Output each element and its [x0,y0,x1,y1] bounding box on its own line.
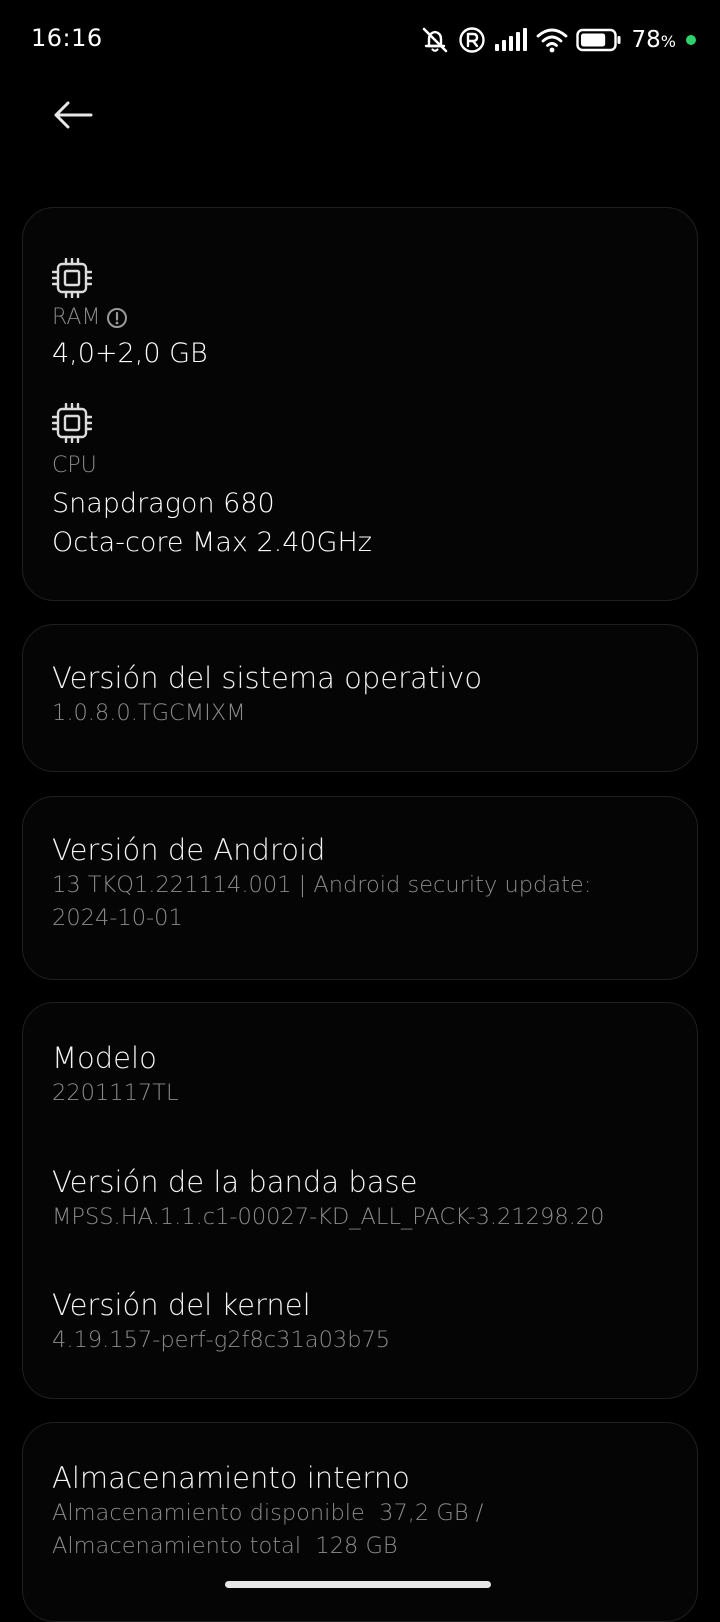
signal-icon [494,28,528,52]
battery-icon [575,28,622,52]
os-version-title: Versión del sistema operativo [52,661,483,695]
ram-value: 4,0+2,0 GB [52,338,208,369]
specs-card: RAM 4,0+2,0 GB CPU Snapdragon 680 Octa-c… [22,207,698,601]
android-security-date: 2024-10-01 [52,905,183,931]
android-version-item: Versión de Android 13 TKQ1.221114.001 | … [52,831,667,935]
ram-label: RAM [52,305,208,330]
registered-icon [458,26,486,54]
storage-title: Almacenamiento interno [52,1461,410,1495]
model-value: 2201117TL [52,1080,179,1106]
chip-icon [52,258,92,298]
storage-available: Almacenamiento disponible 37,2 GB / [52,1500,484,1526]
storage-item: Almacenamiento interno Almacenamiento di… [52,1459,667,1563]
baseband-value: MPSS.HA.1.1.c1-00027-KD_ALL_PACK-3.21298… [52,1204,605,1230]
os-version-item: Versión del sistema operativo 1.0.8.0.TG… [52,659,667,730]
cpu-model: Snapdragon 680 [52,488,275,519]
status-bar: 16:16 78% [0,0,720,80]
android-version-card[interactable]: Versión de Android 13 TKQ1.221114.001 | … [22,796,698,980]
arrow-left-icon [54,101,93,129]
model-title: Modelo [52,1041,157,1075]
android-version-title: Versión de Android [52,833,326,867]
baseband-item[interactable]: Versión de la banda base MPSS.HA.1.1.c1-… [52,1163,667,1234]
cpu-spec: CPU Snapdragon 680 Octa-core Max 2.40GHz [52,403,372,562]
status-time: 16:16 [31,24,103,52]
os-version-card[interactable]: Versión del sistema operativo 1.0.8.0.TG… [22,624,698,772]
kernel-item[interactable]: Versión del kernel 4.19.157-perf-g2f8c31… [52,1286,667,1357]
baseband-title: Versión de la banda base [52,1165,418,1199]
cpu-label: CPU [52,453,97,478]
model-item[interactable]: Modelo 2201117TL [52,1039,667,1110]
status-icons: 78% [420,22,696,58]
storage-total: Almacenamiento total 128 GB [52,1533,398,1559]
charging-indicator [686,35,696,45]
storage-card[interactable]: Almacenamiento interno Almacenamiento di… [22,1422,698,1622]
info-circle-icon[interactable] [106,307,128,329]
home-indicator[interactable] [225,1581,491,1588]
android-version-value: 13 TKQ1.221114.001 | Android security up… [52,872,592,898]
chip-icon [52,403,92,443]
device-info-card: Modelo 2201117TL Versión de la banda bas… [22,1002,698,1399]
cpu-cores: Octa-core Max 2.40GHz [52,527,372,558]
ram-spec: RAM 4,0+2,0 GB [52,258,208,373]
mute-icon [420,25,450,55]
kernel-value: 4.19.157-perf-g2f8c31a03b75 [52,1327,391,1353]
battery-percent: 78% [631,27,676,53]
os-version-value: 1.0.8.0.TGCMIXM [52,700,246,726]
kernel-title: Versión del kernel [52,1288,311,1322]
back-button[interactable] [46,88,100,142]
wifi-icon [536,27,568,53]
